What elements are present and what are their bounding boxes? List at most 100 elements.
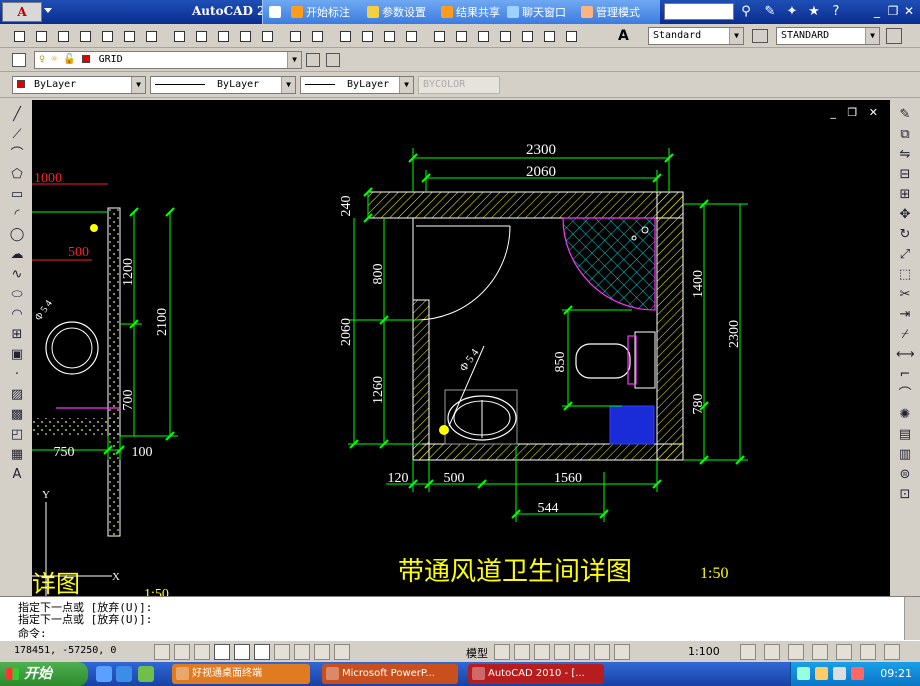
dyn-toggle[interactable]	[294, 644, 310, 660]
otrack-toggle[interactable]	[254, 644, 270, 660]
circle-icon[interactable]: ◯	[8, 226, 26, 244]
qp-toggle[interactable]	[334, 644, 350, 660]
cut-icon[interactable]	[170, 27, 188, 45]
layout2-icon[interactable]	[514, 644, 530, 660]
array-icon[interactable]: ⊞	[896, 186, 914, 204]
desktop-icon[interactable]	[96, 666, 112, 682]
toolbar-lock-icon[interactable]	[812, 644, 828, 660]
quickcalc-icon[interactable]	[540, 27, 558, 45]
fillet-icon[interactable]: ⌒	[896, 386, 914, 404]
table-style-icon[interactable]	[886, 28, 902, 44]
gradient-icon[interactable]: ▩	[8, 406, 26, 424]
measure-icon[interactable]: ⊡	[896, 486, 914, 504]
chamfer-icon[interactable]: ⌐	[896, 366, 914, 384]
draw-order-icon[interactable]: ▤	[896, 426, 914, 444]
task-powerpoint[interactable]: Microsoft PowerP...	[322, 664, 458, 684]
plot-icon[interactable]	[76, 27, 94, 45]
dim-style-select[interactable]: STANDARD ▼	[776, 27, 880, 45]
undo-icon[interactable]	[286, 27, 304, 45]
revision-cloud-icon[interactable]: ☁	[8, 246, 26, 264]
subscription-icon[interactable]: ✦	[784, 4, 800, 20]
model-tab[interactable]: 模型	[466, 645, 488, 661]
copy-object-icon[interactable]: ⧉	[896, 126, 914, 144]
polyline-icon[interactable]: ⌒	[8, 146, 26, 164]
zoom-window-icon[interactable]	[380, 27, 398, 45]
pin-icon[interactable]	[269, 6, 281, 18]
point-icon[interactable]: ·	[8, 366, 26, 384]
ducs-toggle[interactable]	[274, 644, 290, 660]
insert-block-icon[interactable]: ⊞	[8, 326, 26, 344]
quickview-icon[interactable]	[534, 644, 550, 660]
layer-select[interactable]: ♀ ☼ 🔓 GRID ▼	[34, 51, 302, 69]
task-autocad[interactable]: AutoCAD 2010 - [...	[468, 664, 604, 684]
drawing-window-controls[interactable]: _ ❐ ✕	[830, 106, 882, 119]
lineweight-select[interactable]: ByLayer ▼	[300, 76, 414, 94]
arc-icon[interactable]: ◜	[8, 206, 26, 224]
sheet-set-icon[interactable]	[496, 27, 514, 45]
erase-icon[interactable]: ✎	[896, 106, 914, 124]
hatch-icon[interactable]: ▨	[8, 386, 26, 404]
restore-icon[interactable]: ❐	[886, 4, 900, 18]
multiline-text-icon[interactable]: A	[8, 466, 26, 484]
paste-icon[interactable]	[214, 27, 232, 45]
text-style-icon[interactable]: A	[618, 28, 629, 44]
make-block-icon[interactable]: ▣	[8, 346, 26, 364]
media-icon[interactable]	[138, 666, 154, 682]
hardware-accel-icon[interactable]	[836, 644, 852, 660]
osnap-toggle[interactable]	[234, 644, 250, 660]
line-icon[interactable]: ╱	[8, 106, 26, 124]
table-icon[interactable]: ▦	[8, 446, 26, 464]
tray-network-icon[interactable]	[797, 667, 810, 680]
explode-icon[interactable]: ✺	[896, 406, 914, 424]
polar-toggle[interactable]	[214, 644, 230, 660]
admin-mode-button[interactable]: 管理模式	[581, 3, 640, 21]
open-icon[interactable]	[32, 27, 50, 45]
chevron-down-icon[interactable]: ▼	[131, 77, 145, 93]
grid-toggle[interactable]	[174, 644, 190, 660]
infocenter-search-input[interactable]	[664, 3, 734, 20]
stretch-icon[interactable]: ⬚	[896, 266, 914, 284]
chevron-down-icon[interactable]: ▼	[399, 77, 413, 93]
chat-window-button[interactable]: 聊天窗口	[507, 3, 566, 21]
chevron-down-icon[interactable]: ▼	[729, 28, 743, 44]
design-center-icon[interactable]	[452, 27, 470, 45]
redo-icon[interactable]	[308, 27, 326, 45]
drawing-canvas[interactable]: 1200 2100 700 750 100 1000 500 Φ 5 4 详图 1:50 Y X	[32, 100, 890, 596]
close-icon[interactable]: ✕	[902, 4, 916, 18]
copy-icon[interactable]	[192, 27, 210, 45]
ortho-toggle[interactable]	[194, 644, 210, 660]
block-editor-icon[interactable]	[258, 27, 276, 45]
trim-icon[interactable]: ✂	[896, 286, 914, 304]
chevron-down-icon[interactable]: ▼	[287, 52, 301, 68]
publish-icon[interactable]	[120, 27, 138, 45]
favorites-star-icon[interactable]: ★	[806, 4, 822, 20]
break-icon[interactable]: ⌿	[896, 326, 914, 344]
region-icon[interactable]: ◰	[8, 426, 26, 444]
new-icon[interactable]	[10, 27, 28, 45]
isolate-objects-icon[interactable]	[860, 644, 876, 660]
plot-preview-icon[interactable]	[98, 27, 116, 45]
save-icon[interactable]	[54, 27, 72, 45]
rotate-icon[interactable]: ↻	[896, 226, 914, 244]
zoom-previous-icon[interactable]	[402, 27, 420, 45]
start-button[interactable]: 开始	[0, 662, 88, 686]
offset-icon[interactable]: ⊟	[896, 166, 914, 184]
snap-toggle[interactable]	[154, 644, 170, 660]
make-current-layer-icon[interactable]	[306, 53, 320, 67]
wrench-icon[interactable]: ✎	[762, 4, 778, 20]
pan-status-icon[interactable]	[554, 644, 570, 660]
annotation-visibility-icon[interactable]	[740, 644, 756, 660]
tool-palettes-icon[interactable]	[474, 27, 492, 45]
command-prompt[interactable]: 命令:	[18, 625, 47, 641]
tray-volume-icon[interactable]	[833, 667, 846, 680]
zoom-status-icon[interactable]	[574, 644, 590, 660]
command-window[interactable]: 指定下一点或 [放弃(U)]: 指定下一点或 [放弃(U)]: 命令:	[0, 596, 920, 641]
zoom-realtime-icon[interactable]	[358, 27, 376, 45]
properties-icon[interactable]	[430, 27, 448, 45]
chevron-down-icon[interactable]: ▼	[865, 28, 879, 44]
share-results-button[interactable]: 结果共享	[441, 3, 500, 21]
3d-dwf-icon[interactable]	[142, 27, 160, 45]
align-icon[interactable]: ⊜	[896, 466, 914, 484]
tray-security-icon[interactable]	[815, 667, 828, 680]
binoculars-icon[interactable]: ⚲	[738, 4, 754, 20]
